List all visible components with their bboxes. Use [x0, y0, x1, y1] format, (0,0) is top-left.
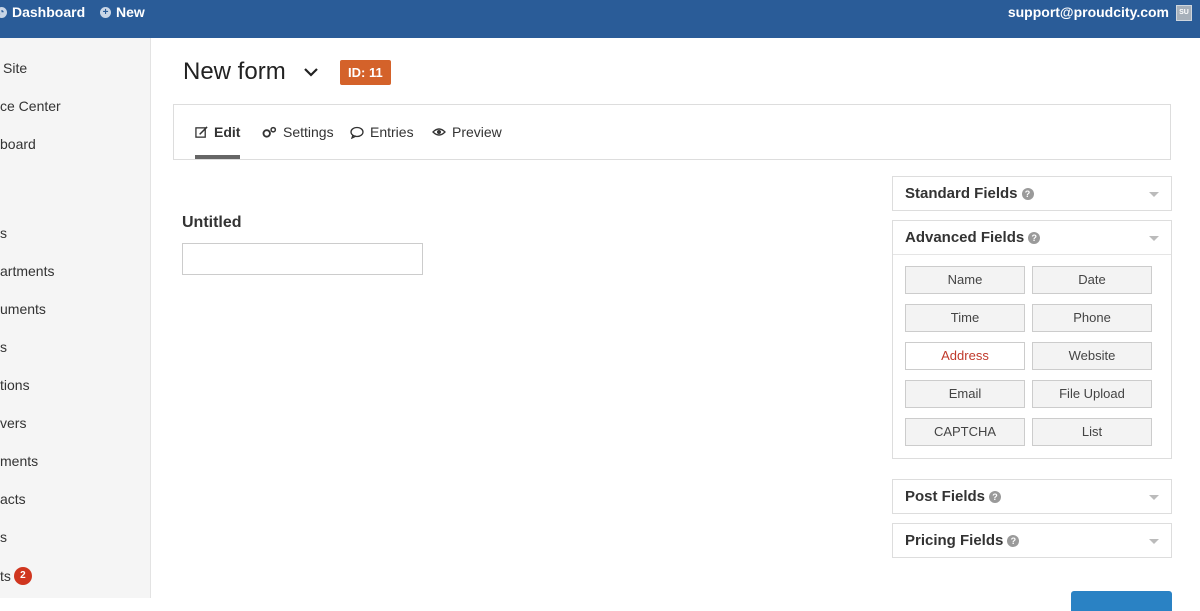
standard-fields-panel: Standard Fields ? — [892, 176, 1172, 211]
tab-settings[interactable]: Settings — [262, 105, 334, 159]
tab-label: Edit — [214, 124, 241, 140]
pricing-fields-panel: Pricing Fields ? — [892, 523, 1172, 558]
panel-title: Pricing Fields — [905, 532, 1004, 549]
sidebar-item-answers[interactable]: vers — [0, 415, 26, 431]
advanced-fields-header[interactable]: Advanced Fields ? — [893, 221, 1171, 254]
sidebar-item-label: ce Center — [0, 98, 61, 114]
sidebar-item-label: acts — [0, 491, 26, 507]
new-link[interactable]: + New — [100, 4, 145, 20]
user-email: support@proudcity.com — [1007, 4, 1169, 20]
advanced-fields-panel: Advanced Fields ? Name Date Time Phone A… — [892, 220, 1172, 459]
plus-circle-icon: + — [100, 6, 111, 18]
help-icon[interactable]: ? — [989, 490, 1002, 503]
dashboard-icon: ◔ — [0, 6, 7, 18]
tab-label: Settings — [283, 124, 334, 140]
eye-icon — [432, 128, 446, 136]
sidebar-item-3[interactable]: s — [0, 529, 7, 545]
sidebar-item-payments[interactable]: ments — [0, 453, 38, 469]
admin-sidebar: Site ce Center board s artments uments s… — [0, 38, 151, 598]
form-field-label: Untitled — [182, 214, 242, 231]
add-list-field-button[interactable]: List — [1032, 418, 1152, 446]
add-website-field-button[interactable]: Website — [1032, 342, 1152, 370]
sidebar-item-site[interactable]: Site — [3, 60, 27, 76]
standard-fields-header[interactable]: Standard Fields ? — [893, 177, 1171, 210]
sidebar-item-alerts[interactable]: ts 2 — [0, 567, 32, 585]
sidebar-item-departments[interactable]: artments — [0, 263, 54, 279]
admin-bar: ◔ Dashboard + New support@proudcity.com … — [0, 0, 1200, 38]
sidebar-item-label: ments — [0, 453, 39, 469]
help-icon[interactable]: ? — [1021, 187, 1034, 200]
sidebar-item-2[interactable]: s — [0, 339, 7, 355]
dashboard-label: Dashboard — [12, 4, 86, 20]
add-address-field-button[interactable]: Address — [905, 342, 1025, 370]
tab-edit[interactable]: Edit — [195, 105, 241, 159]
post-fields-header[interactable]: Post Fields ? — [893, 480, 1171, 513]
chevron-down-icon[interactable] — [303, 64, 319, 80]
sidebar-item-label: uments — [0, 301, 46, 317]
gears-icon — [262, 126, 277, 138]
form-tabs: Edit Settings Entries Preview — [173, 104, 1171, 160]
edit-icon — [195, 125, 208, 138]
pricing-fields-header[interactable]: Pricing Fields ? — [893, 524, 1171, 557]
add-file-upload-field-button[interactable]: File Upload — [1032, 380, 1152, 408]
caret-down-icon — [1149, 539, 1159, 544]
panel-title: Post Fields — [905, 488, 986, 505]
comment-icon — [350, 126, 364, 139]
sidebar-item-label: s — [0, 225, 7, 241]
sidebar-item-label: Site — [3, 60, 28, 76]
sidebar-item-service-center[interactable]: ce Center — [0, 98, 61, 114]
caret-down-icon — [1149, 192, 1159, 197]
tab-preview[interactable]: Preview — [432, 105, 502, 159]
advanced-fields-buttons: Name Date Time Phone Address Website Ema… — [893, 254, 1171, 458]
update-form-button[interactable] — [1071, 591, 1172, 611]
sidebar-item-documents[interactable]: uments — [0, 301, 46, 317]
add-captcha-field-button[interactable]: CAPTCHA — [905, 418, 1025, 446]
add-name-field-button[interactable]: Name — [905, 266, 1025, 294]
help-icon[interactable]: ? — [1028, 231, 1041, 244]
sidebar-item-label: s — [0, 529, 7, 545]
page-title: New form — [183, 58, 286, 85]
sidebar-item-label: vers — [0, 415, 27, 431]
dashboard-link[interactable]: ◔ Dashboard — [0, 4, 85, 20]
untitled-field[interactable] — [182, 243, 423, 275]
help-icon[interactable]: ? — [1007, 534, 1020, 547]
sidebar-item-1[interactable]: s — [0, 225, 7, 241]
tab-label: Preview — [452, 124, 502, 140]
panel-title: Standard Fields — [905, 185, 1018, 202]
sidebar-item-label: artments — [0, 263, 55, 279]
sidebar-item-contacts[interactable]: acts — [0, 491, 26, 507]
post-fields-panel: Post Fields ? — [892, 479, 1172, 514]
sidebar-item-label: board — [0, 136, 36, 152]
add-time-field-button[interactable]: Time — [905, 304, 1025, 332]
panel-title: Advanced Fields — [905, 229, 1025, 246]
sidebar-item-label: tions — [0, 377, 30, 393]
tab-label: Entries — [370, 124, 414, 140]
avatar[interactable]: SU — [1176, 5, 1192, 21]
caret-down-icon — [1149, 236, 1159, 241]
add-phone-field-button[interactable]: Phone — [1032, 304, 1152, 332]
count-badge: 2 — [13, 567, 32, 585]
form-id-badge: ID: 11 — [340, 60, 391, 85]
tab-entries[interactable]: Entries — [350, 105, 414, 159]
sidebar-item-label: s — [0, 339, 7, 355]
sidebar-item-label: ts — [0, 568, 11, 584]
add-email-field-button[interactable]: Email — [905, 380, 1025, 408]
user-account-link[interactable]: support@proudcity.com — [1008, 4, 1169, 20]
sidebar-item-dashboard[interactable]: board — [0, 136, 36, 152]
sidebar-item-questions[interactable]: tions — [0, 377, 30, 393]
new-label: New — [116, 4, 145, 20]
caret-down-icon — [1149, 495, 1159, 500]
add-date-field-button[interactable]: Date — [1032, 266, 1152, 294]
